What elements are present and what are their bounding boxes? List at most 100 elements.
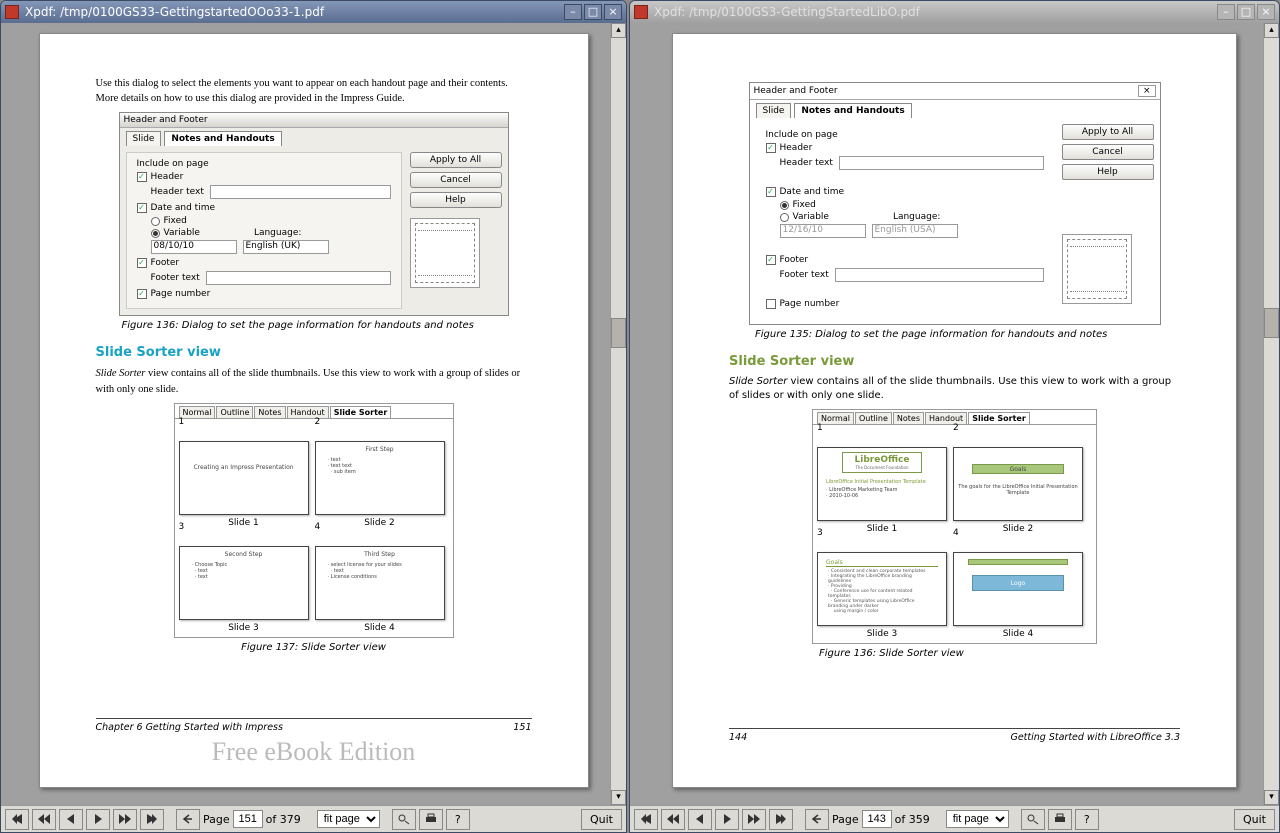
tab-slide: Slide bbox=[126, 131, 162, 146]
vertical-scrollbar[interactable]: ▴ ▾ bbox=[610, 23, 626, 805]
find-button[interactable] bbox=[392, 809, 416, 830]
quit-button[interactable]: Quit bbox=[581, 809, 622, 830]
slide-thumb-4: 4Third Step· select license for your sli… bbox=[315, 534, 445, 633]
sorter-intro: Slide Sorter view contains all of the sl… bbox=[96, 366, 532, 396]
minimize-button[interactable]: – bbox=[1217, 4, 1235, 20]
sorter-tab-sorter: Slide Sorter bbox=[330, 406, 392, 418]
nav-first-button[interactable] bbox=[5, 809, 29, 830]
close-button[interactable]: × bbox=[1257, 4, 1275, 20]
find-button[interactable] bbox=[1021, 809, 1045, 830]
about-button[interactable]: ? bbox=[446, 809, 470, 830]
page-number-text: 144 bbox=[729, 732, 747, 743]
sorter-tab-sorter: Slide Sorter bbox=[968, 412, 1030, 424]
quit-button[interactable]: Quit bbox=[1234, 809, 1275, 830]
radio-fixed: Fixed bbox=[793, 200, 816, 210]
document-view[interactable]: Use this dialog to select the elements y… bbox=[1, 23, 626, 805]
lbl-header-text: Header text bbox=[780, 158, 833, 168]
sorter-tab-outline: Outline bbox=[855, 412, 892, 424]
date-select: 12/16/10 bbox=[780, 224, 866, 238]
minimize-button[interactable]: – bbox=[564, 4, 582, 20]
slide-thumb-2: 2First Step· text· text text · sub itemS… bbox=[315, 429, 445, 528]
xpdf-window-right: Xpdf: /tmp/0100GS3-GettingStartedLibO.pd… bbox=[629, 0, 1280, 833]
sorter-intro: Slide Sorter view contains all of the sl… bbox=[729, 375, 1180, 403]
print-button[interactable] bbox=[1048, 809, 1072, 830]
footer-text-input bbox=[206, 271, 391, 285]
chk-footer: Footer bbox=[151, 258, 180, 268]
nav-last-button[interactable] bbox=[769, 809, 793, 830]
page-label: Page bbox=[203, 813, 230, 826]
pdf-page: Header and Footer× Slide Notes and Hando… bbox=[672, 33, 1237, 788]
nav-next-button[interactable] bbox=[715, 809, 739, 830]
chk-datetime: Date and time bbox=[151, 203, 216, 213]
close-button[interactable]: × bbox=[604, 4, 622, 20]
nav-back-button[interactable] bbox=[805, 809, 829, 830]
sorter-tab-handout: Handout bbox=[925, 412, 967, 424]
toolbar: Page of 359 fit page ? Quit bbox=[630, 805, 1279, 832]
nav-prev-button[interactable] bbox=[688, 809, 712, 830]
page-of-label: of 379 bbox=[266, 813, 301, 826]
nav-prev10-button[interactable] bbox=[32, 809, 56, 830]
date-select: 08/10/10 bbox=[151, 240, 237, 254]
nav-first-button[interactable] bbox=[634, 809, 658, 830]
toolbar: Page of 379 fit page ? Quit bbox=[1, 805, 626, 832]
sorter-tab-notes: Notes bbox=[893, 412, 924, 424]
nav-next10-button[interactable] bbox=[742, 809, 766, 830]
nav-last-button[interactable] bbox=[140, 809, 164, 830]
scroll-down-icon[interactable]: ▾ bbox=[611, 790, 626, 805]
lbl-header-text: Header text bbox=[151, 187, 204, 197]
nav-next10-button[interactable] bbox=[113, 809, 137, 830]
page-input[interactable] bbox=[233, 810, 263, 828]
zoom-select[interactable]: fit page bbox=[946, 810, 1009, 828]
radio-variable: Variable bbox=[164, 228, 200, 238]
about-button[interactable]: ? bbox=[1075, 809, 1099, 830]
zoom-select[interactable]: fit page bbox=[317, 810, 380, 828]
slide-thumb-4: 4 Logo Slide 4 bbox=[953, 540, 1083, 639]
scroll-down-icon[interactable]: ▾ bbox=[1264, 790, 1279, 805]
page-label: Page bbox=[832, 813, 859, 826]
chk-datetime: Date and time bbox=[780, 187, 845, 197]
print-button[interactable] bbox=[419, 809, 443, 830]
document-view[interactable]: Header and Footer× Slide Notes and Hando… bbox=[630, 23, 1279, 805]
help-button: Help bbox=[1062, 164, 1154, 180]
ebook-watermark: Free eBook Edition bbox=[96, 737, 532, 767]
scroll-up-icon[interactable]: ▴ bbox=[1264, 23, 1279, 38]
vertical-scrollbar[interactable]: ▴ ▾ bbox=[1263, 23, 1279, 805]
sorter-tab-handout: Handout bbox=[287, 406, 329, 418]
nav-prev-button[interactable] bbox=[59, 809, 83, 830]
lang-label: Language: bbox=[893, 212, 940, 222]
maximize-button[interactable]: □ bbox=[584, 4, 602, 20]
apply-all-button: Apply to All bbox=[410, 152, 502, 168]
slide-thumb-3: 3 Goals · Consistent and clean corporate… bbox=[817, 540, 947, 639]
page-input[interactable] bbox=[862, 810, 892, 828]
apply-all-button: Apply to All bbox=[1062, 124, 1154, 140]
chk-header: Header bbox=[151, 172, 184, 182]
chapter-label: Getting Started with LibreOffice 3.3 bbox=[1010, 732, 1180, 743]
tab-notes: Notes and Handouts bbox=[794, 103, 911, 118]
scroll-up-icon[interactable]: ▴ bbox=[611, 23, 626, 38]
scroll-thumb[interactable] bbox=[611, 318, 626, 348]
dialog-close-icon: × bbox=[1138, 85, 1156, 97]
sorter-tab-notes: Notes bbox=[254, 406, 285, 418]
chk-header: Header bbox=[780, 143, 813, 153]
nav-prev10-button[interactable] bbox=[661, 809, 685, 830]
slide-thumb-3: 3Second Step· Choose Topic · text · text… bbox=[179, 534, 309, 633]
page-of-label: of 359 bbox=[895, 813, 930, 826]
sorter-tab-outline: Outline bbox=[216, 406, 253, 418]
window-title: Xpdf: /tmp/0100GS3-GettingStartedLibO.pd… bbox=[654, 5, 1217, 19]
page-number-text: 151 bbox=[513, 722, 531, 733]
header-footer-dialog: Header and Footer Slide Notes and Handou… bbox=[119, 112, 509, 316]
titlebar[interactable]: Xpdf: /tmp/0100GS3-GettingStartedLibO.pd… bbox=[630, 1, 1279, 23]
titlebar[interactable]: Xpdf: /tmp/0100GS33-GettingstartedOOo33-… bbox=[1, 1, 626, 23]
heading-slide-sorter: Slide Sorter view bbox=[96, 345, 532, 360]
include-label: Include on page bbox=[137, 159, 391, 169]
nav-back-button[interactable] bbox=[176, 809, 200, 830]
scroll-thumb[interactable] bbox=[1264, 308, 1279, 338]
footer-text-input bbox=[835, 268, 1044, 282]
slide-thumb-1: 1Creating an Impress PresentationSlide 1 bbox=[179, 429, 309, 528]
radio-fixed: Fixed bbox=[164, 216, 187, 226]
include-label: Include on page bbox=[766, 130, 1044, 140]
nav-next-button[interactable] bbox=[86, 809, 110, 830]
figure-caption-137: Figure 137: Slide Sorter view bbox=[96, 642, 532, 653]
radio-variable: Variable bbox=[793, 212, 829, 222]
maximize-button[interactable]: □ bbox=[1237, 4, 1255, 20]
